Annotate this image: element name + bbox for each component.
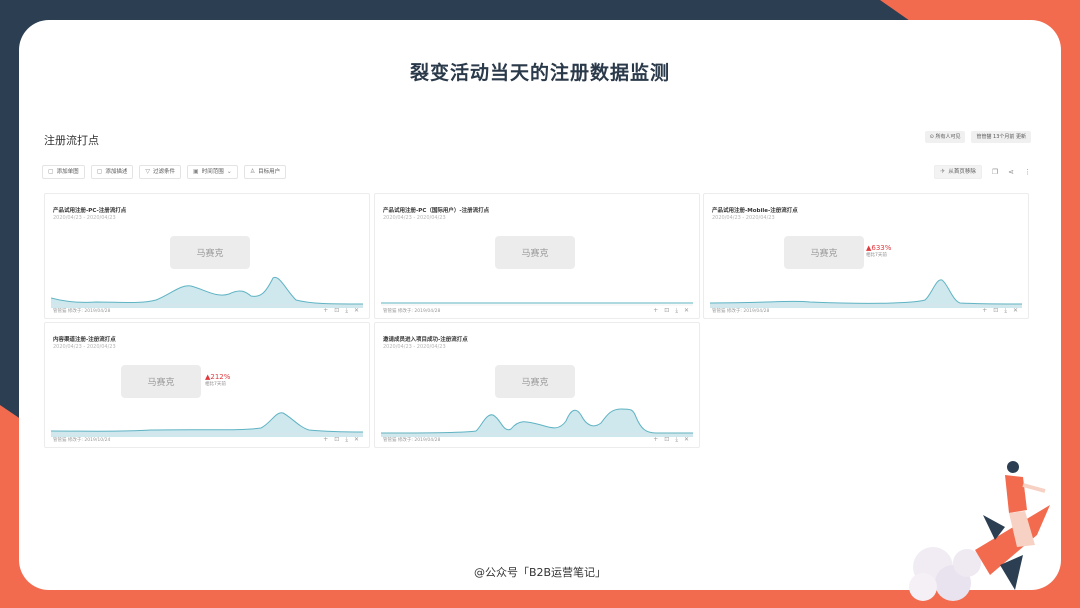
dashboard-title: 注册流打点: [44, 134, 99, 147]
download-icon[interactable]: ⤓: [675, 436, 678, 444]
chart-card[interactable]: 产品试用注册-PC（国际用户）-注册流打点 2020/04/23 - 2020/…: [374, 193, 700, 319]
time-range-button[interactable]: ▣ 时间范围 ⌄: [187, 165, 238, 179]
sparkline: [51, 412, 363, 437]
close-icon[interactable]: ✕: [354, 307, 359, 315]
download-icon[interactable]: ⤓: [675, 307, 678, 315]
card-actions: + ⊡ ⤓ ✕: [653, 307, 689, 315]
dashboard-toolbar: ▢ 添加单图 ▢ 添加描述 ▽ 过滤条件 ▣ 时间范围 ⌄ ♙ 目标用户: [42, 165, 287, 179]
card-actions: + ⊡ ⤓ ✕: [653, 436, 689, 444]
lock-icon[interactable]: ⊡: [334, 436, 339, 444]
filter-icon: ▽: [145, 168, 150, 175]
card-title: 邀请成员进入项目成功-注册流打点: [383, 337, 468, 343]
rocket-illustration: [909, 461, 1050, 601]
card-title: 产品试用注册-PC（国际用户）-注册流打点: [383, 208, 490, 214]
remove-from-home-button[interactable]: ✈ 从首页移除: [934, 165, 982, 179]
card-dates: 2020/04/23 - 2020/04/23: [53, 215, 116, 221]
lock-icon[interactable]: ⊡: [993, 307, 998, 315]
card-title: 产品试用注册-Mobile-注册流打点: [712, 208, 798, 214]
card-title: 内容渠道注册-注册流打点: [53, 337, 116, 343]
calendar-icon: ▣: [193, 168, 199, 175]
close-icon[interactable]: ✕: [1013, 307, 1018, 315]
file-icon: ▢: [96, 168, 103, 175]
card-actions: + ⊡ ⤓ ✕: [982, 307, 1018, 315]
update-note: 管管猫 13个月前 更新: [971, 131, 1031, 143]
add-description-button[interactable]: ▢ 添加描述: [90, 165, 134, 179]
dashboard-meta: ⊙ 所有人可见 管管猫 13个月前 更新: [924, 131, 1031, 143]
add-icon[interactable]: +: [653, 307, 658, 315]
filter-button[interactable]: ▽ 过滤条件: [139, 165, 182, 179]
download-icon[interactable]: ⤓: [345, 436, 348, 444]
sparkline: [381, 408, 693, 437]
download-icon[interactable]: ⤓: [345, 307, 348, 315]
user-icon: ♙: [249, 168, 256, 175]
add-icon[interactable]: +: [653, 436, 658, 444]
add-icon[interactable]: +: [323, 307, 328, 315]
card-dates: 2020/04/23 - 2020/04/23: [712, 215, 775, 221]
chevron-down-icon: ⌄: [226, 168, 232, 175]
share-icon[interactable]: ⋖: [1008, 168, 1014, 176]
chart-card[interactable]: 产品试用注册-PC-注册流打点 2020/04/23 - 2020/04/23 …: [44, 193, 370, 319]
sparkline: [51, 276, 363, 308]
card-actions: + ⊡ ⤓ ✕: [323, 436, 359, 444]
visibility-badge[interactable]: ⊙ 所有人可见: [924, 131, 966, 143]
card-dates: 2020/04/23 - 2020/04/23: [383, 344, 446, 350]
copy-icon[interactable]: ❐: [992, 168, 998, 176]
pin-icon: ✈: [940, 168, 946, 175]
add-chart-button[interactable]: ▢ 添加单图: [42, 165, 85, 179]
dashboard-actions: ✈ 从首页移除 ❐ ⋖ ⋮: [934, 165, 1031, 179]
card-dates: 2020/04/23 - 2020/04/23: [383, 215, 446, 221]
add-icon[interactable]: +: [323, 436, 328, 444]
sparkline: [381, 302, 693, 306]
sparkline: [710, 279, 1022, 308]
slide-title: 裂变活动当天的注册数据监测: [409, 62, 670, 84]
file-icon: ▢: [48, 168, 54, 175]
more-icon[interactable]: ⋮: [1024, 168, 1031, 176]
lock-icon[interactable]: ⊡: [664, 307, 669, 315]
close-icon[interactable]: ✕: [684, 307, 689, 315]
download-icon[interactable]: ⤓: [1004, 307, 1007, 315]
close-icon[interactable]: ✕: [684, 436, 689, 444]
lock-icon[interactable]: ⊡: [334, 307, 339, 315]
card-actions: + ⊡ ⤓ ✕: [323, 307, 359, 315]
target-users-button[interactable]: ♙ 目标用户: [243, 165, 287, 179]
add-icon[interactable]: +: [982, 307, 987, 315]
lock-icon[interactable]: ⊡: [664, 436, 669, 444]
chart-card[interactable]: 内容渠道注册-注册流打点 2020/04/23 - 2020/04/23 马赛克…: [44, 322, 370, 448]
card-footer: 管管猫 修改于: 2019/04/28: [712, 309, 770, 314]
card-title: 产品试用注册-PC-注册流打点: [53, 208, 127, 214]
change-indicator: ▲212% 相比7天前: [205, 373, 231, 387]
change-indicator: ▲633% 相比7天前: [866, 244, 892, 258]
card-footer: 管管猫 修改于: 2019/04/28: [383, 438, 441, 443]
close-icon[interactable]: ✕: [354, 436, 359, 444]
card-dates: 2020/04/23 - 2020/04/23: [53, 344, 116, 350]
card-footer: 管管猫 修改于: 2019/10/24: [53, 438, 111, 443]
chart-card[interactable]: 邀请成员进入项目成功-注册流打点 2020/04/23 - 2020/04/23…: [374, 322, 700, 448]
chart-card[interactable]: 产品试用注册-Mobile-注册流打点 2020/04/23 - 2020/04…: [703, 193, 1029, 319]
card-footer: 管管猫 修改于: 2019/04/28: [53, 309, 111, 314]
card-footer: 管管猫 修改于: 2019/04/28: [383, 309, 441, 314]
